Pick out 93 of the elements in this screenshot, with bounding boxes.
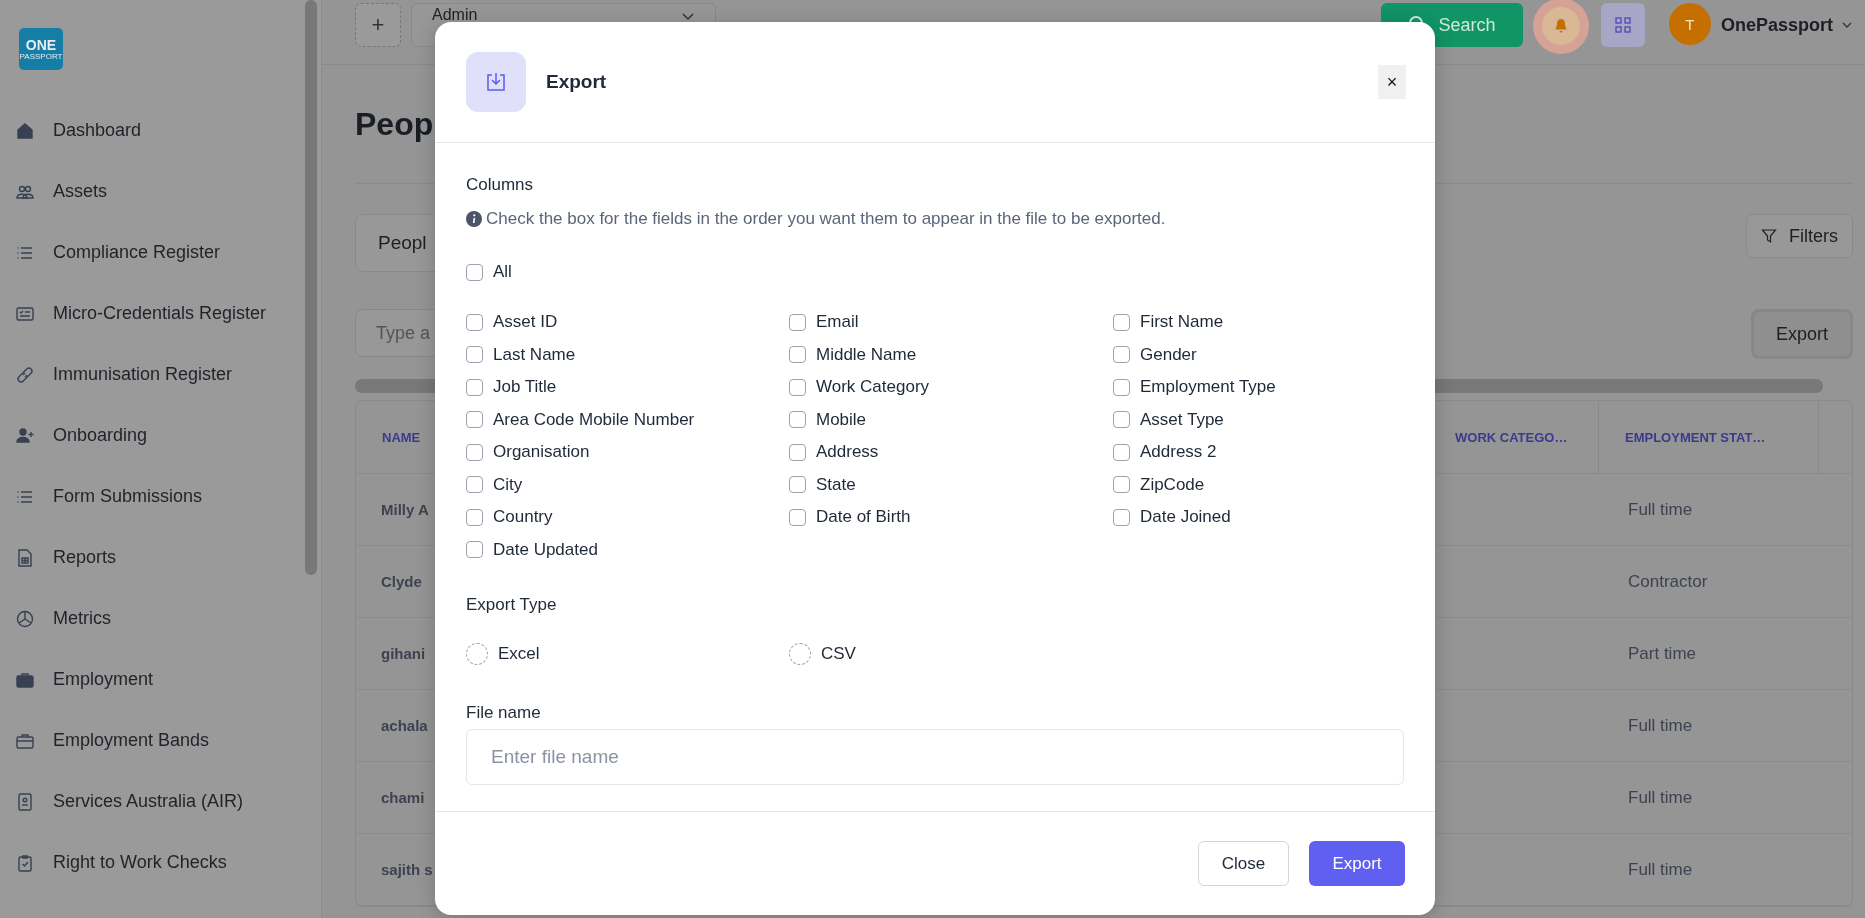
checkbox-label[interactable]: Email [816,312,859,332]
sidebar-item[interactable]: Employment Bands [0,710,321,771]
checkbox[interactable] [466,508,483,526]
checkbox-label[interactable]: City [493,474,523,495]
checkbox[interactable] [466,313,483,331]
checkbox-label[interactable]: Mobile [816,409,867,430]
user-plus-icon [15,425,35,446]
clipboard-icon [15,852,35,873]
sidebar-item[interactable]: Metrics [0,588,321,649]
checkbox-label[interactable]: Asset Type [1140,409,1224,430]
checkbox[interactable] [1113,346,1130,363]
download-icon [466,52,526,112]
table-cell: Full time [1598,690,1818,762]
checkbox[interactable] [466,378,483,396]
sidebar-item[interactable]: Dashboard [0,100,321,161]
checkbox[interactable] [789,313,806,331]
home-icon [15,120,35,141]
pie-icon [15,608,35,629]
table-cell: Contractor [1598,546,1818,618]
radio-label[interactable]: CSV [821,643,856,664]
radio-label[interactable]: Excel [498,643,540,664]
sidebar-item[interactable]: Employment [0,649,321,710]
checkbox[interactable] [1113,411,1130,428]
bandage-icon [15,364,35,385]
export-button[interactable]: Export [1309,841,1405,886]
checkbox-label[interactable]: Date of Birth [816,507,911,527]
hint-text: Check the box for the fields in the order you want them to appear in the file to be exported. [486,209,1166,229]
checkbox[interactable] [789,476,806,493]
checkbox-label[interactable]: First Name [1140,312,1224,332]
field-label: File name [466,702,542,723]
sidebar-item[interactable]: Assets [0,161,321,222]
sidebar-item[interactable]: Form Submissions [0,466,321,527]
sidebar-item[interactable]: Reports [0,527,321,588]
user-menu[interactable]: OnePassport [1720,3,1853,47]
table-cell: Full time [1598,762,1818,834]
table-cell: Part time [1598,618,1818,690]
file-name-field[interactable]: Enter file name [466,728,1404,785]
sidebar-item[interactable]: Compliance Register [0,222,321,283]
sidebar-item[interactable]: Right to Work Checks [0,832,321,893]
checkbox-label[interactable]: Middle Name [816,344,917,365]
checkbox[interactable] [789,346,806,363]
checkbox-label[interactable]: Work Category [816,377,930,397]
checkbox[interactable] [789,443,806,461]
apps-button[interactable] [1600,3,1645,47]
grid-icon [1614,17,1631,33]
checkbox-label[interactable]: Job Title [493,377,557,397]
sheet-icon [15,547,35,568]
checkbox[interactable] [1113,313,1130,331]
checkbox[interactable] [1113,508,1130,526]
sidebar-item[interactable]: Immunisation Register [0,344,321,405]
sidebar-item[interactable]: Micro-Credentials Register [0,283,321,344]
sidebar-item[interactable]: Services Australia (AIR) [0,771,321,832]
checkbox-label[interactable]: Last Name [493,344,576,365]
close-button[interactable]: Close [1198,841,1289,886]
checkbox[interactable] [789,508,806,526]
checkbox-label[interactable]: Area Code Mobile Number [493,409,695,430]
checkbox[interactable] [466,476,483,493]
badge-icon [15,791,35,812]
checkbox[interactable] [789,411,806,428]
table-cell: Full time [1598,474,1818,546]
checkbox-label[interactable]: Organisation [493,442,590,462]
checkbox-label[interactable]: Address 2 [1140,442,1217,462]
export-button[interactable]: Export [1751,309,1853,359]
checkbox-label[interactable]: Country [493,507,553,527]
filter-icon [1761,228,1777,244]
checkbox[interactable] [1113,443,1130,461]
checkbox-label[interactable]: Asset ID [493,312,558,332]
checkbox-label[interactable]: Employment Type [1140,377,1276,397]
section-label: Export Type [466,594,558,615]
info-icon [466,211,482,227]
checkbox[interactable] [466,346,483,363]
scrollbar[interactable] [305,0,317,575]
sidebar-item[interactable]: Onboarding [0,405,321,466]
filters-button[interactable]: Filters [1746,214,1853,258]
close-button[interactable]: × [1378,65,1406,99]
checkbox-label[interactable]: Gender [1140,344,1197,365]
add-button[interactable]: + [355,3,401,47]
checkbox-label[interactable]: State [816,474,856,495]
checkbox[interactable] [466,541,483,558]
dialog-title: Export [546,71,608,93]
checkbox-label[interactable]: Date Joined [1140,507,1231,527]
checkbox[interactable] [466,411,483,428]
checkbox[interactable] [1113,378,1130,396]
checkbox-label[interactable]: Address [816,442,879,462]
table-cell: Full time [1598,834,1818,906]
checkbox-label[interactable]: All [493,262,512,282]
checkbox[interactable] [1113,476,1130,493]
logo[interactable]: ONE PASSPORT [19,28,63,70]
bell-icon [1552,18,1569,34]
checkbox-label[interactable]: ZipCode [1140,474,1205,495]
checkbox[interactable] [789,378,806,396]
checkbox[interactable] [466,443,483,461]
checkbox[interactable] [466,263,483,281]
